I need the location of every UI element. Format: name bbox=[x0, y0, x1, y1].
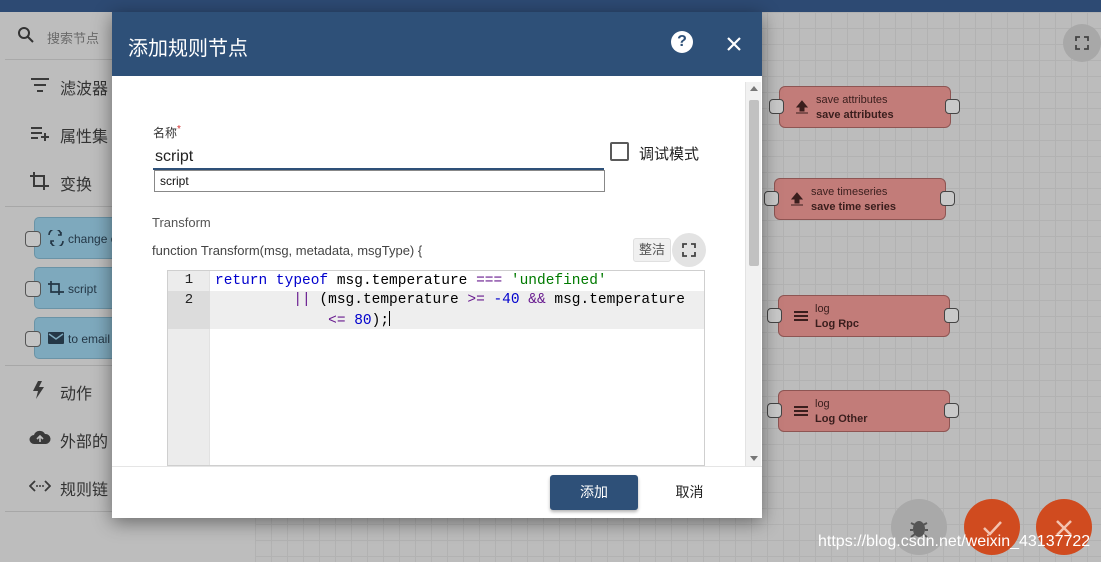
tidy-button[interactable]: 整洁 bbox=[633, 238, 671, 262]
scroll-down-arrow[interactable] bbox=[750, 456, 758, 461]
library-node-label: change o bbox=[68, 232, 118, 246]
sidebar-item-label: 滤波器 bbox=[60, 81, 109, 98]
swap-icon bbox=[48, 230, 64, 246]
fullscreen-icon bbox=[1075, 36, 1089, 50]
node-input-port[interactable] bbox=[767, 403, 782, 418]
scroll-up-arrow[interactable] bbox=[750, 86, 758, 91]
flash-icon bbox=[33, 381, 44, 399]
canvas-fullscreen-button[interactable] bbox=[1063, 24, 1101, 62]
node-input-port[interactable] bbox=[25, 331, 41, 347]
cancel-button[interactable]: 取消 bbox=[652, 475, 727, 510]
node-input-port[interactable] bbox=[25, 231, 41, 247]
text-cursor bbox=[389, 311, 391, 326]
name-input[interactable] bbox=[153, 146, 604, 170]
menu-icon bbox=[794, 406, 808, 416]
code-line-2: || (msg.temperature >= -40 && msg.temper… bbox=[293, 292, 685, 308]
crop-icon bbox=[30, 172, 49, 190]
sidebar-item-label: 外部的 bbox=[60, 434, 109, 451]
rule-node-log-rpc[interactable]: log Log Rpc bbox=[778, 295, 950, 337]
crop-icon bbox=[48, 281, 64, 295]
sidebar-item-label: 属性集 bbox=[60, 129, 109, 146]
library-node-label: script bbox=[68, 282, 97, 296]
debug-mode-label: 调试模式 bbox=[639, 146, 700, 163]
dialog-scrollbar[interactable] bbox=[745, 82, 761, 466]
rule-node-name: save time series bbox=[811, 201, 897, 213]
cloud-upload-icon bbox=[29, 430, 51, 444]
node-input-port[interactable] bbox=[767, 308, 782, 323]
search-placeholder: 搜索节点 bbox=[47, 31, 100, 46]
transform-label: Transform bbox=[152, 215, 211, 230]
library-node-script[interactable]: script bbox=[25, 267, 124, 309]
sidebar-item-label: 动作 bbox=[60, 386, 93, 403]
sidebar-item-label: 变换 bbox=[60, 177, 93, 194]
line-number: 2 bbox=[168, 291, 210, 329]
fullscreen-icon bbox=[682, 243, 696, 257]
code-line-1: return typeof msg.temperature === 'undef… bbox=[215, 273, 607, 289]
rule-node-log-other[interactable]: log Log Other bbox=[778, 390, 950, 432]
debug-mode-checkbox[interactable] bbox=[610, 142, 629, 161]
node-input-port[interactable] bbox=[769, 99, 784, 114]
node-output-port[interactable] bbox=[944, 403, 959, 418]
menu-icon bbox=[794, 311, 808, 321]
autocomplete-option[interactable]: script bbox=[154, 170, 605, 192]
upload-icon bbox=[790, 192, 804, 206]
dialog-header: 添加规则节点 ? bbox=[112, 12, 762, 76]
dialog-body: 名称* script 调试模式 Transform function Trans… bbox=[112, 76, 762, 466]
rule-node-type: log bbox=[815, 398, 830, 410]
sidebar-item-label: 规则链 bbox=[60, 482, 109, 499]
node-output-port[interactable] bbox=[944, 308, 959, 323]
code-arrows-icon bbox=[29, 480, 51, 492]
editor-gutter: 1 2 bbox=[168, 271, 210, 465]
close-dialog-button[interactable] bbox=[722, 32, 746, 56]
code-editor[interactable]: 1 2 return typeof msg.temperature === 'u… bbox=[167, 270, 705, 466]
rule-node-type: save timeseries bbox=[811, 186, 888, 198]
dialog-footer: 添加 取消 bbox=[112, 466, 762, 518]
rule-node-name: Log Rpc bbox=[815, 318, 859, 330]
help-button[interactable]: ? bbox=[671, 31, 693, 53]
scroll-thumb[interactable] bbox=[749, 100, 759, 266]
dialog-title: 添加规则节点 bbox=[128, 38, 248, 60]
watermark-text: https://blog.csdn.net/weixin_43137722 bbox=[818, 533, 1091, 550]
playlist-add-icon bbox=[31, 127, 49, 141]
rule-node-type: save attributes bbox=[816, 94, 888, 106]
node-output-port[interactable] bbox=[940, 191, 955, 206]
library-node-change-originator[interactable]: change o bbox=[25, 217, 124, 259]
add-rule-node-dialog: 添加规则节点 ? 名称* script 调试模式 Transform funct… bbox=[112, 12, 762, 518]
rule-node-save-attributes[interactable]: save attributes save attributes bbox=[779, 86, 951, 128]
app-top-bar bbox=[0, 0, 1101, 12]
code-line-2-wrap: <= 80); bbox=[328, 311, 391, 329]
rule-node-save-timeseries[interactable]: save timeseries save time series bbox=[774, 178, 946, 220]
node-input-port[interactable] bbox=[25, 281, 41, 297]
name-field-label: 名称* bbox=[153, 124, 181, 140]
line-number: 1 bbox=[184, 272, 194, 288]
email-icon bbox=[48, 332, 64, 344]
close-icon bbox=[727, 37, 741, 51]
add-button[interactable]: 添加 bbox=[550, 475, 638, 510]
required-mark: * bbox=[177, 124, 181, 135]
search-icon bbox=[18, 27, 34, 43]
editor-fullscreen-button[interactable] bbox=[672, 233, 706, 267]
upload-icon bbox=[795, 100, 809, 114]
library-node-to-email[interactable]: to email bbox=[25, 317, 124, 359]
rule-node-type: log bbox=[815, 303, 830, 315]
node-output-port[interactable] bbox=[945, 99, 960, 114]
help-icon: ? bbox=[677, 33, 687, 50]
filter-icon bbox=[31, 78, 49, 92]
function-signature: function Transform(msg, metadata, msgTyp… bbox=[152, 243, 423, 258]
node-input-port[interactable] bbox=[764, 191, 779, 206]
library-node-label: to email bbox=[68, 332, 111, 346]
rule-node-name: Log Other bbox=[815, 413, 868, 425]
rule-node-name: save attributes bbox=[816, 109, 894, 121]
